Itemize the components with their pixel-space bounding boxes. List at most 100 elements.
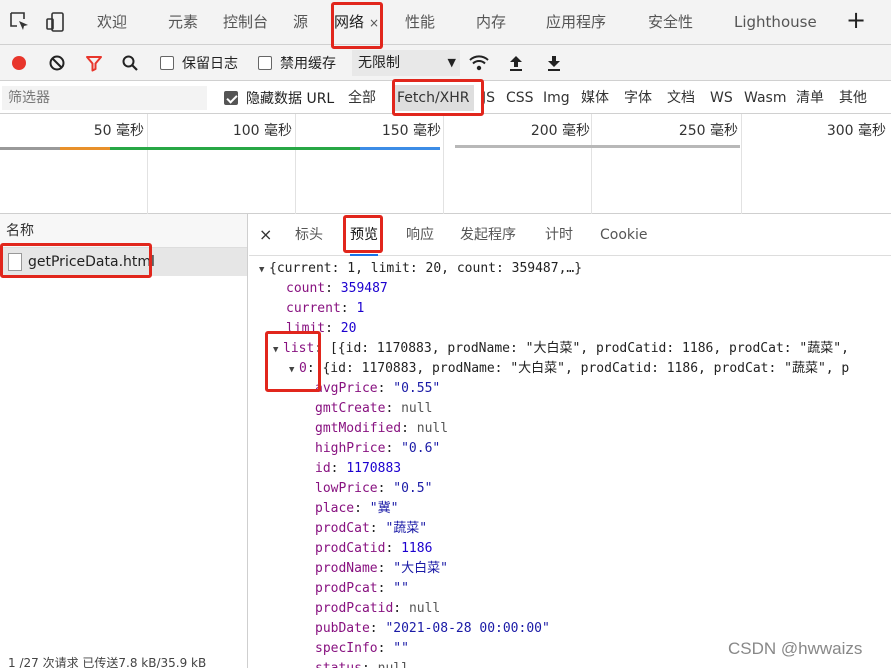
timeline-tick-label: 300 毫秒 <box>826 123 886 139</box>
json-value: 1170883 <box>346 461 402 476</box>
json-key: 0 <box>299 361 307 376</box>
network-conditions-button[interactable] <box>468 45 490 81</box>
hide-data-urls-checkbox[interactable]: 隐藏数据 URL <box>224 81 334 114</box>
tab-performance[interactable]: 性能 <box>405 0 435 45</box>
tab-application[interactable]: 应用程序 <box>546 0 606 45</box>
tab-console[interactable]: 控制台 <box>223 0 268 45</box>
tab-initiator[interactable]: 发起程序 <box>460 214 516 256</box>
json-property: status: null <box>249 659 891 668</box>
throttling-select[interactable]: 无限制 ▼ <box>352 50 460 76</box>
timeline-tick-label: 200 毫秒 <box>530 123 590 139</box>
type-filter-fetch-xhr[interactable]: Fetch/XHR <box>393 85 474 111</box>
json-key: specInfo <box>315 641 378 656</box>
tab-timing[interactable]: 计时 <box>545 214 573 256</box>
tab-response[interactable]: 响应 <box>406 214 434 256</box>
json-property: current: 1 <box>286 301 365 316</box>
preserve-log-label: 保留日志 <box>182 56 238 72</box>
tab-lighthouse[interactable]: Lighthouse <box>734 0 817 45</box>
json-key: prodCatid <box>315 541 386 556</box>
tab-elements[interactable]: 元素 <box>168 0 198 45</box>
type-filter-ws[interactable]: WS <box>706 85 737 111</box>
filter-input[interactable]: 筛选器 <box>2 86 207 110</box>
request-list-panel: 名称 getPriceData.html 1 /27 次请求 已传送7.8 kB… <box>0 214 248 668</box>
filter-icon <box>86 56 102 72</box>
clear-button[interactable] <box>48 45 66 81</box>
json-property: place: "冀" <box>315 501 399 516</box>
tab-network[interactable]: 网络 × <box>334 0 379 45</box>
inspect-element-icon[interactable] <box>8 10 32 34</box>
json-value: null <box>408 601 441 616</box>
disable-cache-checkbox[interactable]: 禁用缓存 <box>258 45 336 81</box>
timeline-tick-label: 100 毫秒 <box>232 123 292 139</box>
add-tab-button[interactable]: + <box>846 6 866 34</box>
json-key: lowPrice <box>315 481 378 496</box>
json-list-node[interactable]: ▼ list: [{id: 1170883, prodName: "大白菜", p… <box>249 339 891 359</box>
tab-network-label: 网络 <box>334 13 365 31</box>
tab-welcome[interactable]: 欢迎 <box>97 0 127 45</box>
tab-security[interactable]: 安全性 <box>648 0 693 45</box>
type-filter-media[interactable]: 媒体 <box>577 85 613 111</box>
tab-memory[interactable]: 内存 <box>476 0 506 45</box>
watermark: CSDN @hwwaizs <box>728 639 863 658</box>
name-column-header[interactable]: 名称 <box>0 214 247 248</box>
json-key: count <box>286 281 326 296</box>
json-key: status <box>315 661 362 668</box>
type-filter-js[interactable]: JS <box>478 85 499 111</box>
json-property: prodCat: "蔬菜" <box>315 521 428 536</box>
type-filter-doc[interactable]: 文档 <box>663 85 699 111</box>
json-item-node[interactable]: ▼ 0: {id: 1170883, prodName: "大白菜", prodC… <box>249 359 891 379</box>
json-property: prodName: "大白菜" <box>315 561 448 576</box>
json-key: id <box>315 461 331 476</box>
json-item-fields: avgPrice: "0.55" gmtCreate: null gmtModifi… <box>249 379 891 668</box>
network-summary: 1 /27 次请求 已传送7.8 kB/35.9 kB <box>8 656 207 668</box>
detail-tabs: × 标头 预览 响应 发起程序 计时 Cookie <box>249 214 891 256</box>
tab-cookies[interactable]: Cookie <box>600 214 648 256</box>
record-button[interactable] <box>12 45 26 81</box>
timeline-overview[interactable]: 50 毫秒 100 毫秒 150 毫秒 200 毫秒 250 毫秒 300 毫秒 <box>0 114 891 214</box>
json-key: prodName <box>315 561 378 576</box>
type-filter-font[interactable]: 字体 <box>620 85 656 111</box>
tab-preview[interactable]: 预览 <box>350 214 378 256</box>
search-icon <box>122 55 138 71</box>
request-row[interactable]: getPriceData.html <box>0 248 247 276</box>
json-key: prodPcat <box>315 581 378 596</box>
request-detail-panel: × 标头 预览 响应 发起程序 计时 Cookie ▼ {current: 1, … <box>249 214 891 668</box>
checkbox-box <box>224 90 238 105</box>
json-value: null <box>416 421 449 436</box>
type-filter-wasm[interactable]: Wasm <box>740 85 790 111</box>
close-icon[interactable]: × <box>369 16 379 30</box>
upload-icon <box>510 56 522 71</box>
type-filter-all[interactable]: 全部 <box>344 85 380 111</box>
json-property: limit: 20 <box>286 321 357 336</box>
tab-sources[interactable]: 源 <box>293 0 308 45</box>
expand-triangle-icon: ▼ <box>273 345 279 355</box>
timeline-bar-gray <box>455 145 740 148</box>
json-property: id: 1170883 <box>315 461 402 476</box>
preserve-log-checkbox[interactable]: 保留日志 <box>160 45 238 81</box>
json-value: null <box>401 401 433 416</box>
export-har-button[interactable] <box>546 45 562 81</box>
json-value: 1 <box>356 301 365 316</box>
type-filter-img[interactable]: Img <box>539 85 574 111</box>
device-toolbar-icon[interactable] <box>44 10 68 34</box>
search-button[interactable] <box>121 45 139 81</box>
json-key: avgPrice <box>315 381 378 396</box>
document-icon <box>8 253 22 271</box>
json-root-node[interactable]: ▼ {current: 1, limit: 20, count: 359487,…… <box>249 259 891 279</box>
json-value: "大白菜" <box>393 561 448 576</box>
timeline-tick-label: 50 毫秒 <box>93 123 144 139</box>
filter-toggle-button[interactable] <box>85 45 103 81</box>
type-filter-css[interactable]: CSS <box>502 85 538 111</box>
type-filter-manifest[interactable]: 清单 <box>792 85 828 111</box>
type-filter-other[interactable]: 其他 <box>835 85 871 111</box>
close-detail-button[interactable]: × <box>259 214 272 256</box>
json-value: "0.55" <box>393 381 441 396</box>
checkbox-box <box>258 56 272 70</box>
import-har-button[interactable] <box>508 45 524 81</box>
expand-triangle-icon: ▼ <box>259 265 265 275</box>
tab-headers[interactable]: 标头 <box>295 214 323 256</box>
timeline-bar-blue <box>360 147 440 150</box>
throttling-value: 无限制 <box>358 55 400 71</box>
dropdown-arrow-icon: ▼ <box>447 56 456 69</box>
json-root-summary: {current: 1, limit: 20, count: 359487,…} <box>269 261 583 276</box>
